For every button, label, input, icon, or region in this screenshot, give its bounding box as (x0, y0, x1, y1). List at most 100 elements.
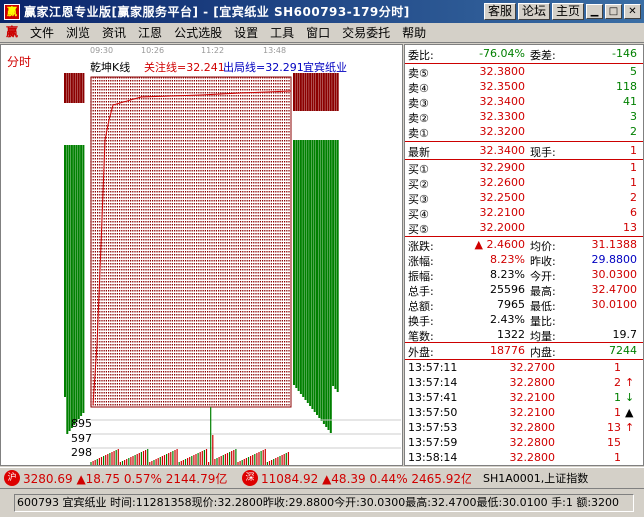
stat-label: 最高: (530, 285, 556, 298)
kefu-button[interactable]: 客服 (483, 3, 516, 20)
maximize-icon[interactable]: □ (605, 4, 622, 19)
exit-line-label: 出局线=32.291 (223, 61, 304, 74)
sz-index[interactable]: 11084.92 ▲48.39 0.44% 2465.92亿 (261, 470, 471, 487)
bar-mark (73, 73, 76, 103)
bar-mark (304, 140, 307, 400)
home-button[interactable]: 主页 (551, 3, 584, 20)
tick-price: 32.2800 (509, 421, 556, 434)
tick-arrow-icon: ↑ (625, 421, 635, 434)
quote-row: 涨幅: 8.23% 昨收: 29.8800 (405, 253, 643, 268)
bar-mark (309, 73, 312, 111)
menu-formula[interactable]: 公式选股 (168, 24, 228, 41)
bar-mark (297, 73, 300, 111)
bar-mark (302, 140, 305, 397)
bar-mark (77, 73, 80, 103)
tick-price: 32.2700 (509, 361, 556, 374)
volume-tick: 597 (71, 432, 92, 445)
bar-mark (66, 145, 69, 434)
tick-volume: 1 (614, 391, 621, 404)
stat-label: 涨跌: (408, 240, 434, 253)
bar-mark (293, 140, 295, 385)
waipan-label: 外盘: (408, 346, 434, 359)
stat-value: 32.4700 (591, 283, 638, 296)
quote-row: 13:57:50 32.2100 1 ▲ (405, 406, 643, 421)
quote-row: 卖② 32.3300 3 (405, 110, 643, 125)
menu-help[interactable]: 帮助 (396, 24, 432, 41)
quote-row: 13:57:41 32.2100 1 ↓ (405, 391, 643, 406)
close-icon[interactable]: ✕ (624, 4, 641, 19)
menu-browse[interactable]: 浏览 (60, 24, 96, 41)
menu-trade[interactable]: 交易委托 (336, 24, 396, 41)
sh-badge-icon: 沪 (4, 470, 20, 486)
xianshou-label: 现手: (530, 146, 556, 159)
quote-row: 涨跌: ▲ 2.4600 均价: 31.1388 (405, 238, 643, 253)
tick-time: 13:57:59 (408, 436, 458, 449)
stat-label: 量比: (530, 315, 556, 328)
period-label: 分时 (7, 55, 32, 69)
menu-tools[interactable]: 工具 (264, 24, 300, 41)
menu-window[interactable]: 窗口 (300, 24, 336, 41)
stat-label: 均价: (530, 240, 556, 253)
ask-volume: 118 (616, 80, 637, 93)
divider (405, 141, 643, 142)
stat-label: 今开: (530, 270, 556, 283)
menu-file[interactable]: 文件 (24, 24, 60, 41)
time-label: 11:22 (201, 46, 225, 55)
bar-mark (70, 145, 73, 428)
bid-price: 32.2500 (479, 191, 526, 204)
tick-price: 32.2100 (509, 406, 556, 419)
bar-mark (66, 73, 69, 103)
bar-mark (336, 73, 339, 111)
divider (405, 159, 643, 160)
bar-mark (68, 145, 71, 431)
bar-mark (295, 73, 298, 111)
weibi-label: 委比: (408, 49, 434, 62)
waipan-value: 18776 (490, 344, 525, 357)
stat-label: 昨收: (530, 255, 556, 268)
bar-mark (329, 140, 332, 433)
bar-mark (313, 140, 316, 412)
bar-mark (322, 73, 325, 111)
menu-gann[interactable]: 江恩 (132, 24, 168, 41)
stat-value: ▲ 2.4600 (474, 238, 525, 251)
bar-mark (311, 73, 314, 111)
bar-mark (325, 73, 328, 111)
sh-index[interactable]: 3280.69 ▲18.75 0.57% 2144.79亿 (23, 470, 238, 487)
bar-mark (332, 73, 335, 111)
bar-mark (320, 73, 323, 111)
index-selector[interactable]: SH1A0001,上证指数 (483, 470, 588, 486)
menu-bar: 赢 文件 浏览 资讯 江恩 公式选股 设置 工具 窗口 交易委托 帮助 (0, 23, 644, 43)
chart-panel[interactable]: 分时 09:30 10:26 11:22 13:48 乾坤K线 关注线=32.2… (0, 44, 403, 466)
tick-price: 32.2800 (509, 376, 556, 389)
quote-row: 换手: 2.43% 量比: (405, 313, 643, 328)
weicha-label: 委差: (530, 49, 556, 62)
quote-row: 13:57:59 32.2800 15 (405, 436, 643, 451)
quote-row: 买④ 32.2100 6 (405, 206, 643, 221)
status-bar: 600793 宜宾纸业 时间:11281358现价:32.2800昨收:29.8… (0, 490, 644, 517)
forum-button[interactable]: 论坛 (517, 3, 550, 20)
menu-news[interactable]: 资讯 (96, 24, 132, 41)
last-price: 32.3400 (479, 144, 526, 157)
quote-row: 卖⑤ 32.3800 5 (405, 65, 643, 80)
menu-settings[interactable]: 设置 (228, 24, 264, 41)
stat-value: 1322 (497, 328, 525, 341)
candle-grid (90, 77, 290, 407)
bar-mark (336, 140, 339, 392)
quote-row: 买⑤ 32.2000 13 (405, 221, 643, 236)
tick-volume: 1 (614, 361, 621, 374)
bid-label: 买③ (408, 193, 429, 206)
bar-mark (313, 73, 316, 111)
bid-volume: 13 (623, 221, 637, 234)
ask-label: 卖③ (408, 97, 429, 110)
bid-label: 买⑤ (408, 223, 429, 236)
tick-price: 32.2800 (509, 436, 556, 449)
bid-label: 买② (408, 178, 429, 191)
bar-mark (334, 73, 337, 111)
bar-mark (80, 73, 83, 103)
minimize-icon[interactable]: ▁ (586, 4, 603, 19)
bar-mark (70, 73, 73, 103)
quote-panel: 委比: -76.04% 委差: -146 卖⑤ 32.3800 5 卖④ 32.3500… (404, 44, 644, 466)
bar-mark (311, 140, 314, 409)
bar-mark (75, 73, 78, 103)
ask-label: 卖① (408, 127, 429, 140)
